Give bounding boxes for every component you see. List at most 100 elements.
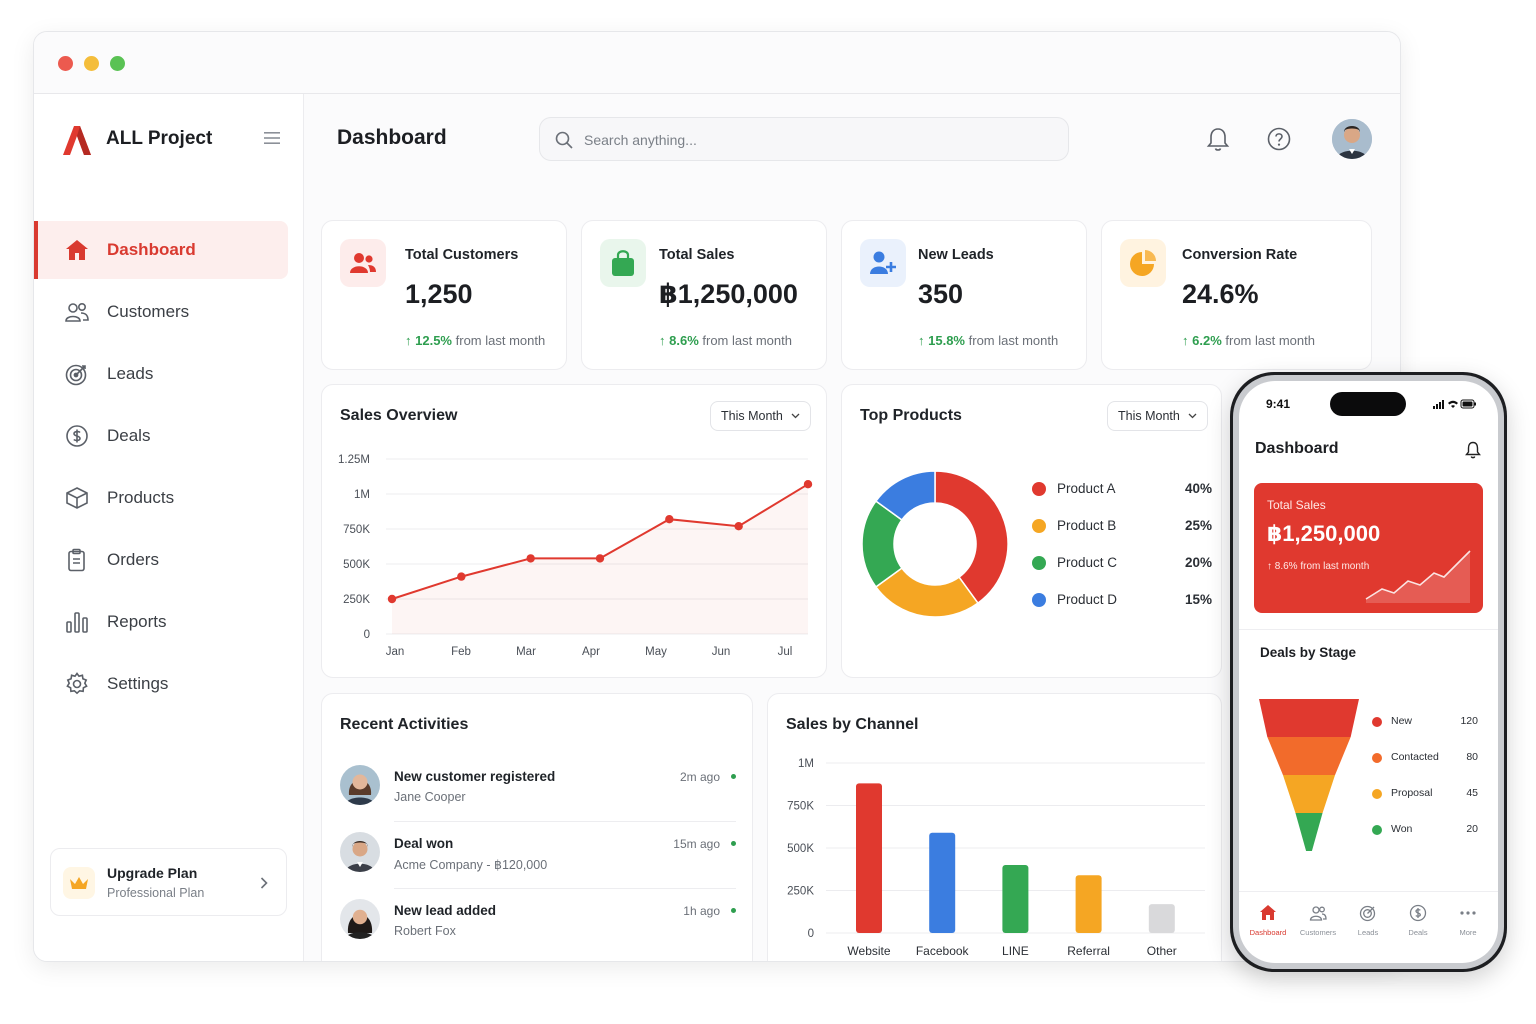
stat-title: Total Customers xyxy=(405,247,519,263)
user-avatar[interactable] xyxy=(1332,119,1372,159)
stage-name: Won xyxy=(1391,823,1413,835)
pie-chart-icon xyxy=(1120,239,1166,287)
stat-change: ↑ 15.8% from last month xyxy=(918,333,1058,348)
activity-time: 2m ago xyxy=(679,770,720,784)
mobile-tab-dashboard[interactable]: Dashboard xyxy=(1243,904,1293,944)
sidebar-item-reports[interactable]: Reports xyxy=(34,593,288,651)
x-tick-label: Apr xyxy=(582,646,600,658)
sidebar-item-deals[interactable]: Deals xyxy=(34,407,288,465)
stage-name: Contacted xyxy=(1391,751,1439,763)
legend-swatch xyxy=(1372,825,1382,835)
mobile-bottom-nav: Dashboard Customers Leads Deals More xyxy=(1239,891,1498,963)
maximize-window-button[interactable] xyxy=(110,56,125,71)
legend-label: Product B xyxy=(1057,518,1117,533)
sidebar-item-orders[interactable]: Orders xyxy=(34,531,288,589)
minimize-window-button[interactable] xyxy=(84,56,99,71)
avatar xyxy=(340,765,380,805)
legend-swatch xyxy=(1032,519,1046,533)
avatar xyxy=(340,832,380,872)
mobile-tab-leads[interactable]: Leads xyxy=(1343,904,1393,944)
legend-label: Product A xyxy=(1057,481,1116,496)
stat-value: 24.6% xyxy=(1182,279,1259,309)
y-tick-label: 750K xyxy=(343,524,370,536)
mobile-tab-more[interactable]: More xyxy=(1443,904,1493,944)
upgrade-plan-card[interactable]: Upgrade Plan Professional Plan xyxy=(50,848,287,916)
sidebar-item-leads[interactable]: Leads xyxy=(34,345,288,403)
help-icon[interactable] xyxy=(1267,127,1291,151)
divider xyxy=(394,888,736,889)
status-dot xyxy=(731,908,736,913)
x-tick-label: Facebook xyxy=(916,944,970,958)
sidebar-item-dashboard[interactable]: Dashboard xyxy=(34,221,288,279)
legend-swatch xyxy=(1032,593,1046,607)
sidebar-item-label: Dashboard xyxy=(107,240,196,259)
card-title: Recent Activities xyxy=(340,716,469,733)
activity-title: New customer registered xyxy=(394,769,556,784)
users-icon xyxy=(64,299,90,325)
status-dot xyxy=(731,774,736,779)
activity-item[interactable]: Deal won Acme Company - ฿120,000 15m ago xyxy=(340,832,736,899)
upgrade-subtitle: Professional Plan xyxy=(107,886,205,900)
mobile-bell-icon[interactable] xyxy=(1465,441,1481,459)
menu-toggle-icon[interactable] xyxy=(264,131,280,145)
arrow-up-icon: ↑ xyxy=(1182,333,1193,348)
more-icon xyxy=(1460,911,1476,915)
activity-item[interactable]: New lead added Robert Fox 1h ago xyxy=(340,899,736,961)
sidebar: ALL Project Dashboard Customers Leads De… xyxy=(34,94,304,961)
tab-label: Customers xyxy=(1299,928,1337,937)
mobile-tab-customers[interactable]: Customers xyxy=(1293,904,1343,944)
mobile-tab-deals[interactable]: Deals xyxy=(1393,904,1443,944)
y-tick-label: 0 xyxy=(364,629,370,641)
legend-label: Product C xyxy=(1057,555,1118,570)
stage-name: Proposal xyxy=(1391,787,1433,799)
activity-title: New lead added xyxy=(394,903,497,918)
activity-item[interactable]: New customer registered Jane Cooper 2m a… xyxy=(340,765,736,832)
search-bar[interactable] xyxy=(539,117,1069,161)
mobile-total-sales-card[interactable]: Total Sales ฿1,250,000 ↑ 8.6% from last … xyxy=(1254,483,1483,613)
stat-change-suffix: from last month xyxy=(702,333,792,348)
sidebar-item-label: Products xyxy=(107,488,175,507)
stat-change-percent: 8.6% xyxy=(669,333,699,348)
users-icon xyxy=(1309,906,1327,921)
stage-name: New xyxy=(1391,715,1413,727)
y-tick-label: 0 xyxy=(808,928,814,940)
data-point xyxy=(734,522,743,531)
data-point xyxy=(457,572,466,581)
search-input[interactable] xyxy=(584,128,1044,152)
x-tick-label: Jun xyxy=(712,646,731,658)
shopping-bag-icon xyxy=(600,239,646,287)
data-point xyxy=(526,554,535,563)
stage-value: 120 xyxy=(1460,715,1478,727)
app-title: ALL Project xyxy=(106,128,213,149)
users-icon xyxy=(340,239,386,287)
legend-value: 15% xyxy=(1184,592,1212,607)
stat-card-total-sales: Total Sales ฿1,250,000 ↑ 8.6% from last … xyxy=(581,220,827,370)
notifications-bell-icon[interactable] xyxy=(1206,127,1230,153)
data-point xyxy=(803,480,813,489)
arrow-up-icon: ↑ xyxy=(405,333,416,348)
sidebar-item-settings[interactable]: Settings xyxy=(34,655,288,713)
stat-change-percent: 15.8% xyxy=(928,333,965,348)
sidebar-item-products[interactable]: Products xyxy=(34,469,288,527)
sales-by-channel-bar-chart: 0 250K 500K 750K 1M Website Facebook LINE Referr… xyxy=(787,758,1205,958)
legend-swatch xyxy=(1372,753,1382,763)
stat-change: ↑ 8.6% from last month xyxy=(659,333,792,348)
bar xyxy=(856,783,882,933)
home-icon xyxy=(1260,905,1276,920)
activity-title: Deal won xyxy=(394,836,454,851)
app-window: ALL Project Dashboard Customers Leads De… xyxy=(33,31,1401,962)
stage-legend-item: Proposal 45 xyxy=(1372,786,1478,802)
y-tick-label: 1M xyxy=(354,489,370,501)
bar xyxy=(1002,865,1029,933)
sales-card-label: Total Sales xyxy=(1267,498,1326,512)
legend-label: Product D xyxy=(1057,592,1118,607)
close-window-button[interactable] xyxy=(58,56,73,71)
x-tick-label: May xyxy=(645,646,667,658)
sidebar-item-label: Orders xyxy=(107,550,159,569)
tab-label: More xyxy=(1459,928,1477,937)
funnel-segment xyxy=(1259,699,1359,737)
x-tick-label: Feb xyxy=(451,646,471,658)
crown-icon xyxy=(63,867,95,899)
legend-swatch xyxy=(1372,789,1382,799)
sidebar-item-customers[interactable]: Customers xyxy=(34,283,288,341)
